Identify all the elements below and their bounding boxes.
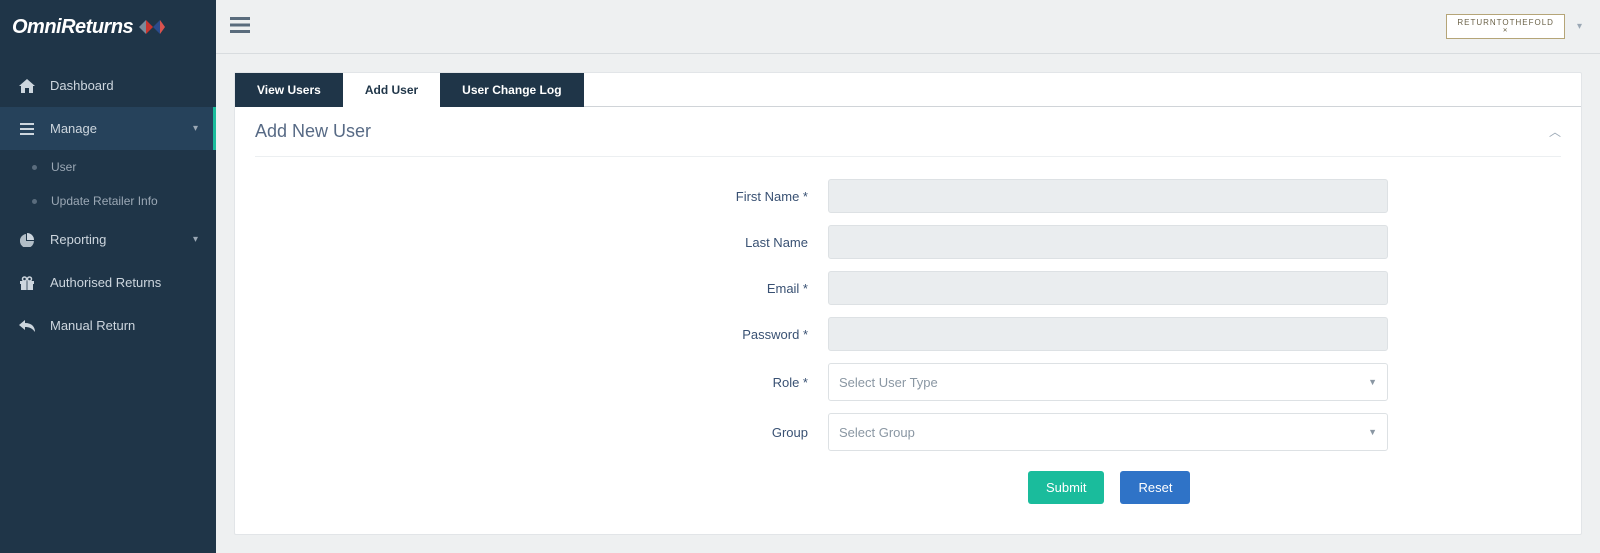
group-label: Group bbox=[408, 425, 828, 440]
tab-add-user[interactable]: Add User bbox=[343, 73, 440, 107]
pie-chart-icon bbox=[18, 233, 36, 247]
caret-down-icon: ▼ bbox=[1368, 427, 1377, 437]
account-badge[interactable]: RETURNTOTHEFOLD ✕ bbox=[1446, 14, 1565, 39]
topbar: RETURNTOTHEFOLD ✕ ▾ bbox=[216, 0, 1600, 54]
account-sub-icon: ✕ bbox=[1503, 28, 1509, 35]
sidebar-item-label: Authorised Returns bbox=[50, 275, 161, 290]
sidebar: OmniReturns Dashboard bbox=[0, 0, 216, 553]
main-area: RETURNTOTHEFOLD ✕ ▾ View Users Add User … bbox=[216, 0, 1600, 553]
sidebar-item-manual-return[interactable]: Manual Return bbox=[0, 304, 216, 347]
panel-title: Add New User bbox=[255, 121, 371, 142]
add-user-form: First Name * Last Name Ema bbox=[408, 179, 1408, 504]
panel: View Users Add User User Change Log Add … bbox=[234, 72, 1582, 535]
password-label: Password * bbox=[408, 327, 828, 342]
menu-icon bbox=[18, 123, 36, 135]
sidebar-item-manage[interactable]: Manage ▾ bbox=[0, 107, 216, 150]
chevron-down-icon: ▾ bbox=[193, 123, 198, 134]
reply-icon bbox=[18, 320, 36, 332]
tabs: View Users Add User User Change Log bbox=[235, 73, 1581, 107]
first-name-field[interactable] bbox=[828, 179, 1388, 213]
sidebar-item-label: Dashboard bbox=[50, 78, 114, 93]
last-name-field[interactable] bbox=[828, 225, 1388, 259]
sidebar-subitem-label: User bbox=[51, 160, 76, 174]
reset-button[interactable]: Reset bbox=[1120, 471, 1190, 504]
submit-button[interactable]: Submit bbox=[1028, 471, 1104, 504]
sidebar-subitem-label: Update Retailer Info bbox=[51, 194, 158, 208]
sidebar-nav: Dashboard Manage ▾ User Update Retailer … bbox=[0, 54, 216, 347]
role-select-value: Select User Type bbox=[839, 375, 938, 390]
sidebar-item-label: Manual Return bbox=[50, 318, 135, 333]
sidebar-item-label: Reporting bbox=[50, 232, 106, 247]
email-field[interactable] bbox=[828, 271, 1388, 305]
hamburger-icon[interactable] bbox=[230, 17, 250, 36]
chevron-up-icon[interactable]: ︿ bbox=[1549, 123, 1561, 140]
group-select-value: Select Group bbox=[839, 425, 915, 440]
gift-icon bbox=[18, 276, 36, 290]
sidebar-item-label: Manage bbox=[50, 121, 97, 136]
logo: OmniReturns bbox=[0, 0, 216, 54]
logo-text: OmniReturns bbox=[12, 16, 133, 39]
caret-down-icon: ▼ bbox=[1368, 377, 1377, 387]
sidebar-submenu-manage: User Update Retailer Info bbox=[0, 150, 216, 218]
role-label: Role * bbox=[408, 375, 828, 390]
chevron-down-icon[interactable]: ▾ bbox=[1573, 21, 1586, 32]
account-name: RETURNTOTHEFOLD bbox=[1457, 19, 1554, 28]
first-name-label: First Name * bbox=[408, 189, 828, 204]
home-icon bbox=[18, 79, 36, 93]
sidebar-item-authorised-returns[interactable]: Authorised Returns bbox=[0, 261, 216, 304]
password-field[interactable] bbox=[828, 317, 1388, 351]
role-select[interactable]: Select User Type ▼ bbox=[828, 363, 1388, 401]
last-name-label: Last Name bbox=[408, 235, 828, 250]
sidebar-subitem-update-retailer[interactable]: Update Retailer Info bbox=[0, 184, 216, 218]
tab-view-users[interactable]: View Users bbox=[235, 73, 343, 107]
sidebar-subitem-user[interactable]: User bbox=[0, 150, 216, 184]
chevron-down-icon: ▾ bbox=[193, 234, 198, 245]
sidebar-item-reporting[interactable]: Reporting ▾ bbox=[0, 218, 216, 261]
group-select[interactable]: Select Group ▼ bbox=[828, 413, 1388, 451]
logo-mark-icon bbox=[139, 16, 165, 38]
tab-user-change-log[interactable]: User Change Log bbox=[440, 73, 583, 107]
email-label: Email * bbox=[408, 281, 828, 296]
sidebar-item-dashboard[interactable]: Dashboard bbox=[0, 64, 216, 107]
